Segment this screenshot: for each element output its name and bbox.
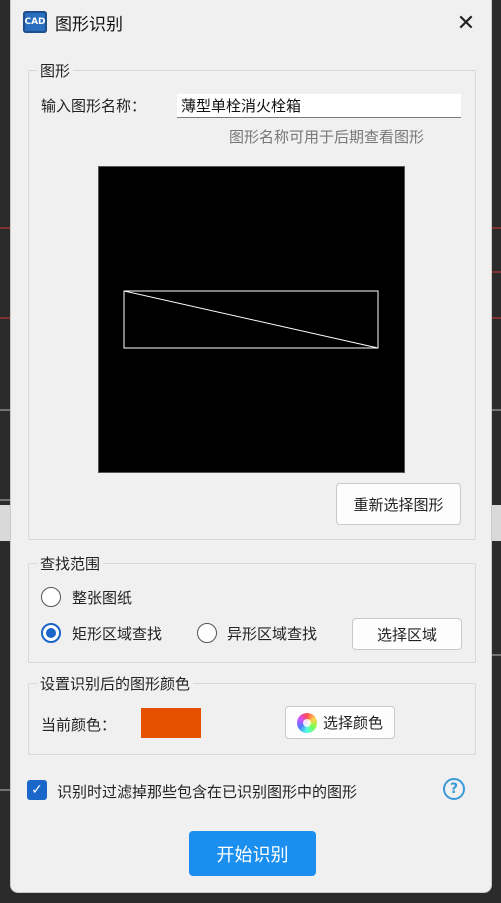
shape-name-input[interactable]: [177, 94, 461, 118]
reselect-shape-button[interactable]: 重新选择图形: [336, 483, 461, 525]
close-icon: ✕: [456, 10, 476, 36]
shape-preview-drawing: [123, 290, 379, 349]
app-icon: CAD: [23, 11, 47, 33]
choose-color-label: 选择颜色: [322, 714, 383, 732]
color-group-title: 设置识别后的图形颜色: [37, 673, 194, 694]
help-icon[interactable]: ?: [443, 778, 465, 800]
dialog-title: 图形识别: [55, 15, 123, 35]
current-color-swatch: [141, 708, 201, 738]
title-bar: CAD 图形识别 ✕: [11, 0, 491, 44]
shape-preview: [98, 166, 405, 473]
shape-recognition-dialog: CAD 图形识别 ✕ 图形 输入图形名称： 图形名称可用于后期查看图形 重新选择…: [10, 0, 492, 893]
choose-color-button[interactable]: 选择颜色: [285, 706, 395, 739]
filter-checkbox[interactable]: ✓: [27, 780, 47, 800]
select-area-button[interactable]: 选择区域: [352, 618, 462, 650]
search-range-title: 查找范围: [37, 553, 104, 574]
color-wheel-icon: [296, 712, 317, 733]
radio-rect-area-label: 矩形区域查找: [72, 625, 163, 643]
close-button[interactable]: ✕: [451, 8, 481, 38]
radio-rect-area[interactable]: [41, 623, 61, 643]
current-color-label: 当前颜色：: [41, 716, 117, 734]
radio-irregular-area-label: 异形区域查找: [227, 625, 318, 643]
shape-name-label: 输入图形名称：: [41, 97, 147, 115]
shape-name-hint: 图形名称可用于后期查看图形: [229, 128, 425, 146]
radio-whole-drawing[interactable]: [41, 587, 61, 607]
shape-group-title: 图形: [37, 60, 74, 81]
radio-irregular-area[interactable]: [197, 623, 217, 643]
filter-checkbox-label: 识别时过滤掉那些包含在已识别图形中的图形: [57, 783, 358, 801]
checkmark-icon: ✓: [31, 782, 43, 798]
radio-whole-drawing-label: 整张图纸: [72, 589, 133, 607]
start-recognition-button[interactable]: 开始识别: [189, 831, 316, 876]
